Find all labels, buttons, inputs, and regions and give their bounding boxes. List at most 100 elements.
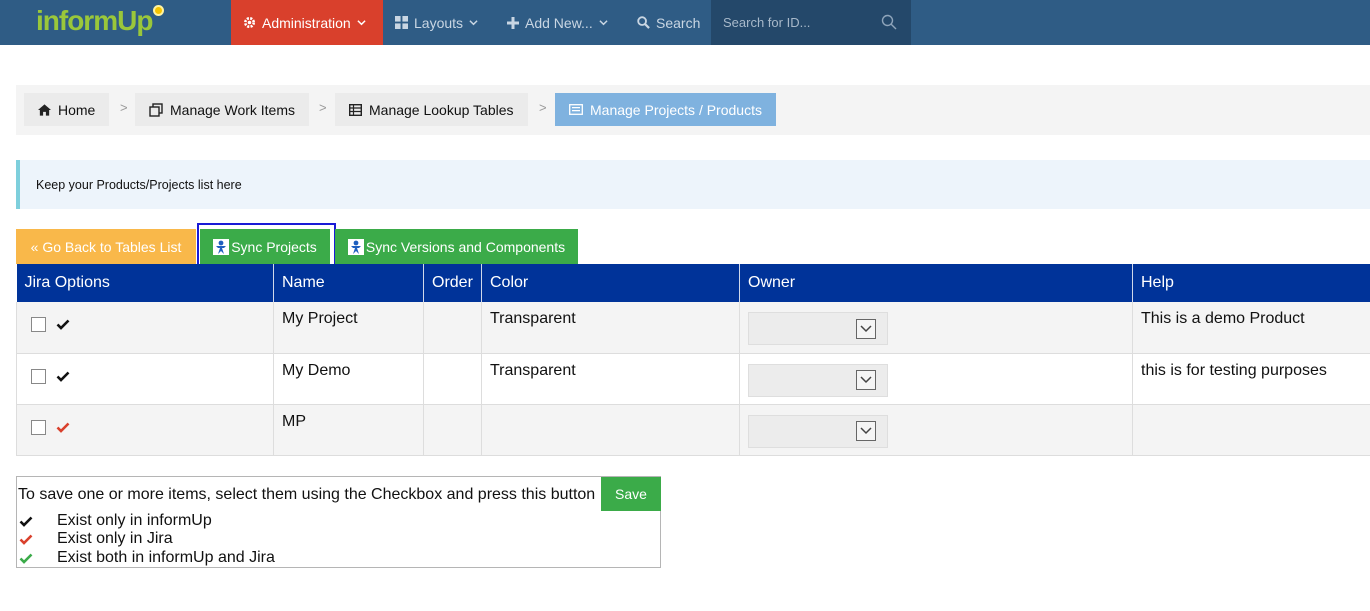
order-cell: [423, 404, 482, 456]
breadcrumb: Home > Manage Work Items > Manage Lookup…: [16, 85, 1370, 135]
breadcrumb-manage-projects-products[interactable]: Manage Projects / Products: [555, 93, 776, 126]
breadcrumb-manage-lookup-tables[interactable]: Manage Lookup Tables: [335, 93, 528, 126]
column-header-name[interactable]: Name: [273, 264, 424, 302]
nav-administration[interactable]: Administration: [231, 0, 383, 45]
sync-versions-button[interactable]: Sync Versions and Components: [335, 229, 578, 264]
column-header-order[interactable]: Order: [423, 264, 482, 302]
help-cell: This is a demo Product: [1132, 302, 1370, 354]
gear-icon: [243, 16, 256, 29]
owner-select[interactable]: [748, 414, 888, 448]
table-row: My Demo Transparent this is for testing …: [16, 353, 1370, 405]
save-button[interactable]: Save: [601, 477, 661, 511]
chevron-down-icon: [469, 20, 478, 26]
table-header-row: Jira Options Name Order Color Owner Help: [16, 264, 1370, 302]
nav-search-label: Search: [656, 14, 701, 31]
order-cell: [423, 353, 482, 405]
search-icon: [637, 16, 650, 29]
home-icon: [38, 103, 51, 116]
jira-options-cell: [16, 404, 274, 456]
checkmark-icon: [57, 422, 70, 433]
jira-options-cell: [16, 302, 274, 354]
logo-text: informUp: [36, 5, 153, 36]
dropdown-arrow-icon: [856, 370, 876, 390]
jira-icon: [213, 238, 230, 255]
checkmark-icon: [57, 371, 70, 382]
breadcrumb-separator: >: [120, 100, 128, 115]
checkmark-icon: [19, 516, 33, 527]
checkmark-icon: [19, 553, 33, 564]
search-icon[interactable]: [881, 14, 897, 30]
jira-icon: [347, 238, 364, 255]
chevron-down-icon: [357, 20, 366, 26]
breadcrumb-separator: >: [319, 100, 327, 115]
breadcrumb-manage-work-items[interactable]: Manage Work Items: [135, 93, 310, 126]
row-checkbox[interactable]: [31, 317, 46, 332]
color-cell: [481, 404, 740, 456]
logo-dot-icon: [153, 5, 165, 16]
chevron-down-icon: [599, 20, 608, 26]
dropdown-arrow-icon: [856, 421, 876, 441]
column-header-color[interactable]: Color: [481, 264, 740, 302]
table-row: MP: [16, 404, 1370, 456]
owner-select[interactable]: [748, 363, 888, 397]
legend-label: Exist only in Jira: [57, 530, 173, 547]
row-checkbox[interactable]: [31, 419, 46, 435]
column-header-help[interactable]: Help: [1132, 264, 1370, 302]
table-icon: [349, 103, 362, 116]
nav-administration-label: Administration: [262, 14, 351, 31]
breadcrumb-home[interactable]: Home: [24, 93, 110, 126]
breadcrumb-home-label: Home: [58, 101, 96, 118]
sync-projects-button[interactable]: Sync Projects: [200, 229, 330, 264]
nav-add-new[interactable]: Add New...: [495, 0, 620, 45]
save-instruction: To save one or more items, select them u…: [18, 486, 596, 503]
name-cell: MP: [273, 404, 424, 456]
go-back-button[interactable]: « Go Back to Tables List: [16, 229, 196, 264]
legend-label: Exist both in informUp and Jira: [57, 549, 275, 566]
legend-item: Exist both in informUp and Jira: [17, 549, 275, 567]
breadcrumb-manage-lookup-tables-label: Manage Lookup Tables: [369, 101, 514, 118]
owner-cell: [739, 404, 1133, 456]
sync-versions-label: Sync Versions and Components: [365, 238, 566, 255]
nav-layouts[interactable]: Layouts: [383, 0, 490, 45]
owner-cell: [739, 302, 1133, 354]
owner-select[interactable]: [748, 312, 888, 345]
info-bar: Keep your Products/Projects list here: [16, 160, 1370, 209]
legend-box: To save one or more items, select them u…: [16, 476, 661, 568]
legend-item: Exist only in informUp: [17, 512, 212, 530]
grid-icon: [395, 16, 408, 29]
go-back-label: « Go Back to Tables List: [30, 238, 182, 255]
legend-item: Exist only in Jira: [17, 530, 173, 548]
nav-layouts-label: Layouts: [414, 14, 464, 31]
color-cell: Transparent: [481, 302, 740, 354]
info-text: Keep your Products/Projects list here: [36, 177, 242, 192]
dropdown-arrow-icon: [856, 318, 876, 339]
copy-icon: [149, 102, 163, 117]
row-checkbox[interactable]: [31, 368, 46, 384]
sync-projects-label: Sync Projects: [231, 238, 317, 255]
column-header-jira-options[interactable]: Jira Options: [16, 264, 274, 302]
help-cell: this is for testing purposes: [1132, 353, 1370, 405]
plus-icon: [507, 16, 519, 29]
name-cell: My Demo: [273, 353, 424, 405]
name-cell: My Project: [273, 302, 424, 354]
logo[interactable]: informUp: [36, 4, 165, 40]
search-box: [711, 0, 911, 45]
checkmark-icon: [19, 534, 33, 545]
breadcrumb-separator: >: [539, 100, 547, 115]
projects-table: Jira Options Name Order Color Owner Help…: [16, 264, 1370, 456]
column-header-owner[interactable]: Owner: [739, 264, 1133, 302]
save-label: Save: [615, 486, 647, 502]
table-row: My Project Transparent This is a demo Pr…: [16, 302, 1370, 354]
breadcrumb-manage-work-items-label: Manage Work Items: [170, 101, 296, 118]
legend-label: Exist only in informUp: [57, 512, 212, 529]
nav-add-new-label: Add New...: [525, 14, 593, 31]
owner-cell: [739, 353, 1133, 405]
nav-search[interactable]: Search: [625, 0, 712, 45]
help-cell: [1132, 404, 1370, 456]
color-cell: Transparent: [481, 353, 740, 405]
top-navbar: informUp Administration Layouts Add New.…: [0, 0, 1370, 45]
order-cell: [423, 302, 482, 354]
list-icon: [569, 104, 583, 115]
jira-options-cell: [16, 353, 274, 405]
checkmark-icon: [57, 319, 70, 330]
